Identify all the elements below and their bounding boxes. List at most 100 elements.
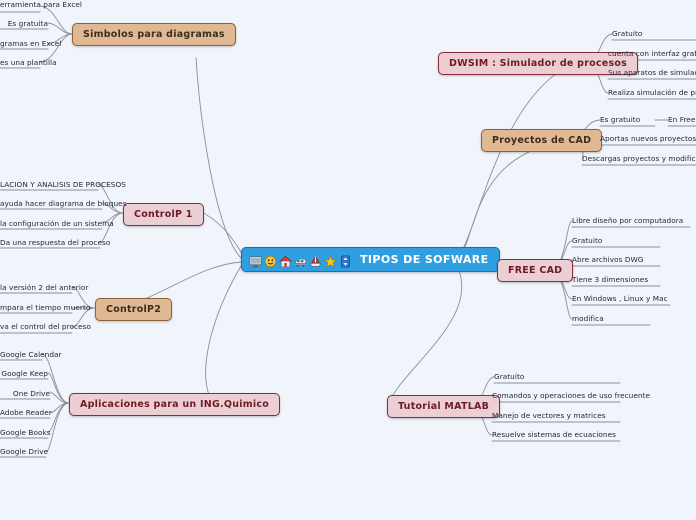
branch-label: Simbolos para diagramas: [83, 29, 225, 40]
leaf-label: Google Keep: [1, 369, 48, 378]
leaf-label: Google Calendar: [0, 350, 62, 359]
leaf-label: Da una respuesta del proceso: [0, 238, 111, 247]
leaf-freecad-5[interactable]: En Windows , Linux y Mac: [572, 294, 668, 303]
leaf-aplic-1[interactable]: Google Calendar: [0, 350, 62, 359]
leaf-simbolos-4[interactable]: es una plantilla: [0, 58, 57, 67]
branch-controlp2[interactable]: ControlP2: [95, 298, 173, 321]
leaf-label: Google Books: [0, 428, 51, 437]
edge-central-simbolos: [195, 57, 242, 259]
leaf-label: mpara el tiempo muerto: [0, 303, 91, 312]
star-icon: [323, 253, 338, 268]
branch-simbolos[interactable]: Simbolos para diagramas: [72, 23, 236, 46]
leaf-aplic-5[interactable]: Google Books: [0, 428, 51, 437]
sailboat-icon: [309, 253, 322, 267]
leaf-matlab-1[interactable]: Gratuito: [494, 372, 524, 381]
branch-label: DWSIM : Simulador de procesos: [449, 58, 628, 69]
leaf-freecad-2[interactable]: Gratuito: [572, 236, 602, 245]
leaf-label: Descargas proyectos y modificas: [582, 154, 696, 163]
updown-arrow-icon: [339, 253, 352, 268]
leaf-aplic-6[interactable]: Google Drive: [0, 447, 49, 456]
leaf-cp2-3[interactable]: va el control del proceso: [0, 322, 91, 331]
leaf-label: Aportas nuevos proyectos: [600, 134, 696, 143]
smiley-icon: [264, 253, 277, 268]
edge-central-cad: [457, 137, 582, 261]
leaf-dwsim-2[interactable]: cuenta con interfaz grafica intu: [608, 49, 696, 58]
leaf-cp1-4[interactable]: Da una respuesta del proceso: [0, 238, 110, 247]
leaf-aplic-2[interactable]: Google Keep: [0, 369, 48, 378]
branch-label: Aplicaciones para un ING.Quimico: [80, 399, 270, 410]
edge-aplic-3: [49, 391, 70, 404]
edge-simbolos-2: [47, 22, 73, 35]
leaf-dwsim-4[interactable]: Realiza simulación de procesos: [608, 88, 696, 97]
central-icon-group: [249, 253, 352, 268]
leaf-label: LACION Y ANALISIS DE PROCESOS: [0, 180, 126, 189]
leaf-matlab-3[interactable]: Manejo de vectores y matrices: [492, 411, 606, 420]
leaf-label: cuenta con interfaz grafica intu: [608, 49, 696, 58]
edge-central-matlab: [387, 267, 463, 406]
leaf-matlab-2[interactable]: Comandos y operaciones de uso frecuente: [492, 391, 650, 400]
central-node[interactable]: TIPOS DE SOFWARE: [241, 247, 500, 272]
leaf-label: Gratuito: [494, 372, 525, 381]
leaf-label: Abre archivos DWG: [572, 255, 644, 264]
leaf-freecad-1[interactable]: Libre diseño por computadora: [572, 216, 683, 225]
leaf-freecad-3[interactable]: Abre archivos DWG: [572, 255, 644, 264]
leaf-label: Gratuito: [572, 236, 603, 245]
leaf-cad-1[interactable]: Es gratuito: [600, 115, 640, 124]
monitor-icon: [249, 253, 262, 268]
branch-free-cad[interactable]: FREE CAD: [497, 259, 574, 282]
leaf-cp1-1[interactable]: LACION Y ANALISIS DE PROCESOS: [0, 180, 126, 189]
leaf-label: gramas en Excel: [0, 39, 62, 48]
leaf-label: Resuelve sistemas de ecuaciones: [492, 430, 616, 439]
leaf-dwsim-3[interactable]: Sus aparatos de simulación sor: [608, 68, 696, 77]
house-icon: [278, 253, 293, 268]
branch-label: Proyectos de CAD: [492, 135, 592, 146]
edge-central-aplicaciones: [205, 265, 242, 403]
leaf-label: ayuda hacer diagrama de bloques: [0, 199, 127, 208]
branch-label: ControlP2: [106, 304, 162, 315]
leaf-aplic-3[interactable]: One Drive: [0, 389, 50, 398]
branch-aplicaciones[interactable]: Aplicaciones para un ING.Quimico: [69, 393, 281, 416]
branch-matlab[interactable]: Tutorial MATLAB: [387, 395, 501, 418]
leaf-cad-sub-1[interactable]: En Free CAD s: [668, 115, 696, 124]
leaf-label: En Free CAD s: [668, 115, 696, 124]
leaf-label: Gratuito: [612, 29, 643, 38]
leaf-label: Manejo de vectores y matrices: [492, 411, 606, 420]
leaf-freecad-4[interactable]: Tiene 3 dimensiones: [572, 275, 648, 284]
leaf-matlab-4[interactable]: Resuelve sistemas de ecuaciones: [492, 430, 616, 439]
leaf-simbolos-2[interactable]: Es gratuita: [0, 19, 48, 28]
edge-aplic-4: [49, 402, 70, 414]
leaf-cp1-2[interactable]: ayuda hacer diagrama de bloques: [0, 199, 127, 208]
leaf-cp2-1[interactable]: la versión 2 del anterior: [0, 283, 88, 292]
branch-label: Tutorial MATLAB: [398, 401, 490, 412]
leaf-label: modifica: [572, 314, 604, 323]
leaf-label: Realiza simulación de procesos: [608, 88, 696, 97]
leaf-cad-2[interactable]: Aportas nuevos proyectos: [600, 134, 696, 143]
train-icon: [294, 253, 307, 267]
branch-controlp1[interactable]: ControlP 1: [123, 203, 204, 226]
branch-proyectos-cad[interactable]: Proyectos de CAD: [481, 129, 603, 152]
leaf-label: erramienta para Excel: [0, 0, 83, 9]
leaf-freecad-6[interactable]: modifica: [572, 314, 604, 323]
leaf-label: va el control del proceso: [0, 322, 91, 331]
leaf-label: la versión 2 del anterior: [0, 283, 89, 292]
leaf-simbolos-1[interactable]: erramienta para Excel: [0, 0, 82, 9]
leaf-dwsim-1[interactable]: Gratuito: [612, 29, 642, 38]
leaf-aplic-4[interactable]: Adobe Reader: [0, 408, 52, 417]
branch-label: FREE CAD: [508, 265, 563, 276]
branch-label: ControlP 1: [134, 209, 193, 220]
edge-central-dwsim: [457, 61, 577, 259]
leaf-label: Comandos y operaciones de uso frecuente: [492, 391, 651, 400]
leaf-cad-3[interactable]: Descargas proyectos y modificas: [582, 154, 696, 163]
leaf-simbolos-3[interactable]: gramas en Excel: [0, 39, 61, 48]
leaf-label: Adobe Reader: [0, 408, 52, 417]
leaf-label: Libre diseño por computadora: [572, 216, 684, 225]
leaf-cp1-3[interactable]: la configuración de un sistema: [0, 219, 114, 228]
leaf-label: One Drive: [12, 389, 50, 398]
leaf-label: la configuración de un sistema: [0, 219, 114, 228]
leaf-label: Tiene 3 dimensiones: [572, 275, 649, 284]
central-node-label: TIPOS DE SOFWARE: [360, 253, 489, 266]
leaf-cp2-2[interactable]: mpara el tiempo muerto: [0, 303, 90, 312]
leaf-label: Sus aparatos de simulación sor: [608, 68, 696, 77]
leaf-label: es una plantilla: [0, 58, 57, 67]
leaf-label: Google Drive: [0, 447, 49, 456]
